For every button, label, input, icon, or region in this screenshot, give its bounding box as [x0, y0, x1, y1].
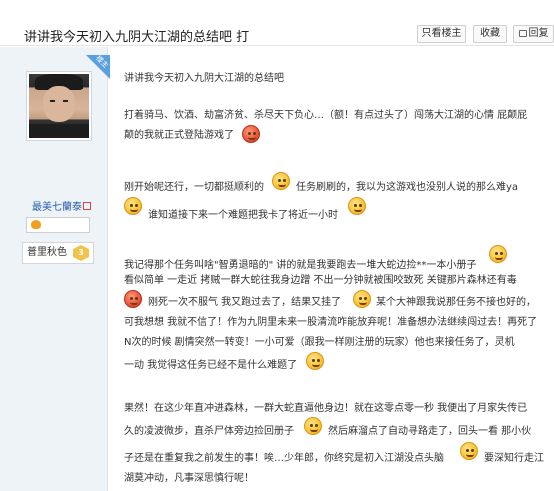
emoticon-icon	[242, 125, 260, 143]
avatar[interactable]	[26, 71, 92, 141]
emoticon-icon	[353, 290, 371, 308]
thread-title: 讲讲我今天初入九阴大江湖的总结吧 打	[24, 30, 250, 45]
post-line: 子还是在重复我之前发生的事！唉…少年郎，你终究是初入江湖没点头脑	[124, 453, 444, 464]
emoticon-icon	[272, 172, 290, 190]
emoticon-icon	[304, 417, 322, 435]
author-sidebar: 最美七蘭泰 普里秋色 3	[0, 47, 108, 491]
thread-header: 讲讲我今天初入九阴大江湖的总结吧 打 只看楼主 收藏 回复	[0, 0, 554, 46]
level-icon	[31, 220, 41, 229]
level-indicator	[26, 217, 90, 233]
favorite-button[interactable]: 收藏	[473, 25, 507, 43]
post-line: 任务刷刷的，我以为这游戏也没别人说的那么难ya	[296, 182, 519, 193]
member-title: 普里秋色 3	[22, 242, 94, 264]
member-level-badge: 3	[73, 245, 89, 261]
post-line: 久的凌波微步，直杀尸体旁边捡回册子	[124, 426, 294, 437]
post-line: 湖莫冲动，凡事深思慎行呢！	[124, 473, 254, 484]
reply-button[interactable]: 回复	[513, 25, 554, 43]
reply-label: 回复	[528, 28, 549, 39]
emoticon-icon	[489, 245, 507, 263]
post-line: 谁知道接下来一个难题把我卡了将近一小时	[148, 210, 338, 221]
post-line: 可我想想 我就不信了！作为九阴里未来一股清流咋能放弃呢！准备想办法继续闯过去！再…	[124, 317, 538, 328]
reply-icon	[518, 30, 527, 37]
post-line: N次的时候 剧情突然一转变！一小可爱（跟我一样刚注册的玩家）他也来接任务了，灵机	[124, 337, 515, 348]
only-op-button[interactable]: 只看楼主	[417, 25, 466, 43]
post-line: 打着骑马、饮酒、劫富济贫、杀尽天下负心…（额！有点过头了）闯荡大江湖的心情 屁颠…	[124, 110, 528, 121]
emoticon-icon	[306, 352, 324, 370]
post-line: 刚开始呢还行，一切都挺顺利的	[124, 182, 264, 193]
post-line: 看似简单 一走近 拷贼一群大蛇往我身边蹭 不出一分钟就被围咬致死 关键那片森林还…	[124, 275, 517, 286]
avatar-image	[29, 74, 89, 138]
emoticon-icon	[124, 290, 142, 308]
post-line: 一动 我觉得这任务已经不是什么难题了	[124, 360, 298, 371]
post-line: 刚死一次不服气 我又跑过去了，结果又挂了	[148, 297, 342, 308]
post-line: 我记得那个任务叫啥"智勇退暗的" 讲的就是我要跑去一堆大蛇边捡**一本小册子	[124, 260, 477, 271]
post-line: 某个大神跟我说那任务不接也好的，	[376, 297, 536, 308]
post-line: 颠的我就正式登陆游戏了	[124, 130, 234, 141]
user-tag-icon	[83, 202, 91, 210]
post-line: 讲讲我今天初入九阴大江湖的总结吧	[124, 73, 284, 84]
username-link[interactable]: 最美七蘭泰	[32, 198, 91, 213]
emoticon-icon	[124, 197, 142, 215]
post-line: 要深知行走江	[484, 453, 544, 464]
emoticon-icon	[460, 442, 478, 460]
username-text: 最美七蘭泰	[32, 202, 82, 213]
emoticon-icon	[348, 197, 366, 215]
post-line: 然后麻溜点了自动寻路走了，回头一看 那小伙	[328, 426, 532, 437]
post-line: 果然！在这少年直冲进森林，一群大蛇直逼他身边！就在这零点零一秒 我便出了月家失传…	[124, 403, 528, 414]
member-title-text: 普里秋色	[27, 247, 67, 258]
